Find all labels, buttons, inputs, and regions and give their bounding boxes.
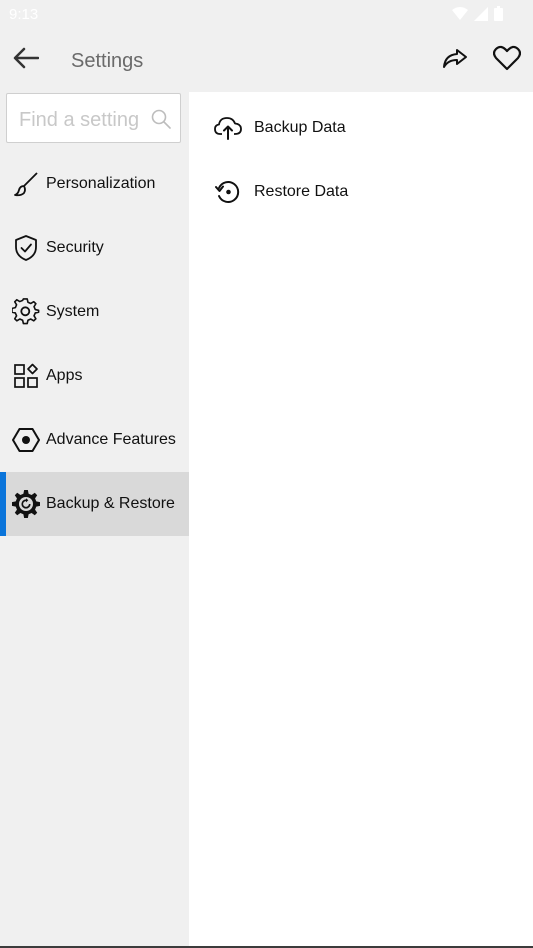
brush-icon (12, 170, 40, 198)
restore-icon (214, 178, 242, 206)
search-icon[interactable] (151, 109, 171, 134)
status-bar: 9:13 (0, 0, 533, 30)
sidebar-item-label: Security (46, 239, 104, 256)
hexagon-icon (12, 426, 40, 454)
share-button[interactable] (439, 44, 471, 76)
backup-gear-icon (12, 490, 40, 518)
cloud-upload-icon (214, 114, 242, 142)
status-time: 9:13 (9, 6, 39, 23)
favorite-button[interactable] (490, 44, 524, 76)
apps-icon (12, 362, 40, 390)
sidebar-item-personalization[interactable]: Personalization (0, 152, 189, 216)
restore-data-item[interactable]: Restore Data (214, 172, 348, 212)
signal-icon (474, 6, 488, 25)
back-button[interactable] (10, 44, 42, 76)
search-input[interactable] (17, 104, 151, 136)
sidebar-item-label: Advance Features (46, 431, 176, 448)
sidebar-item-label: System (46, 303, 100, 320)
heart-icon (492, 45, 522, 76)
settings-sidebar: Personalization Security System (0, 92, 189, 948)
sidebar-item-apps[interactable]: Apps (0, 344, 189, 408)
sidebar-item-advance-features[interactable]: Advance Features (0, 408, 189, 472)
backup-data-label: Backup Data (254, 119, 346, 136)
search-box[interactable] (6, 93, 181, 143)
sidebar-item-label: Backup & Restore (46, 495, 175, 512)
shield-icon (12, 234, 40, 262)
sidebar-item-system[interactable]: System (0, 280, 189, 344)
sidebar-item-label: Personalization (46, 175, 156, 192)
sidebar-item-label: Apps (46, 367, 83, 384)
sidebar-item-backup-restore[interactable]: Backup & Restore (0, 472, 189, 536)
status-icons (452, 6, 503, 25)
restore-data-label: Restore Data (254, 183, 349, 200)
wifi-icon (452, 6, 468, 25)
gear-icon (12, 298, 40, 326)
battery-icon (494, 6, 503, 25)
content-panel: Backup Data Restore Data (189, 92, 533, 946)
backup-data-item[interactable]: Backup Data (214, 108, 346, 148)
app-bar: Settings (0, 30, 533, 92)
sidebar-item-security[interactable]: Security (0, 216, 189, 280)
arrow-left-icon (13, 47, 40, 74)
share-icon (442, 47, 468, 74)
page-title: Settings (71, 50, 144, 72)
